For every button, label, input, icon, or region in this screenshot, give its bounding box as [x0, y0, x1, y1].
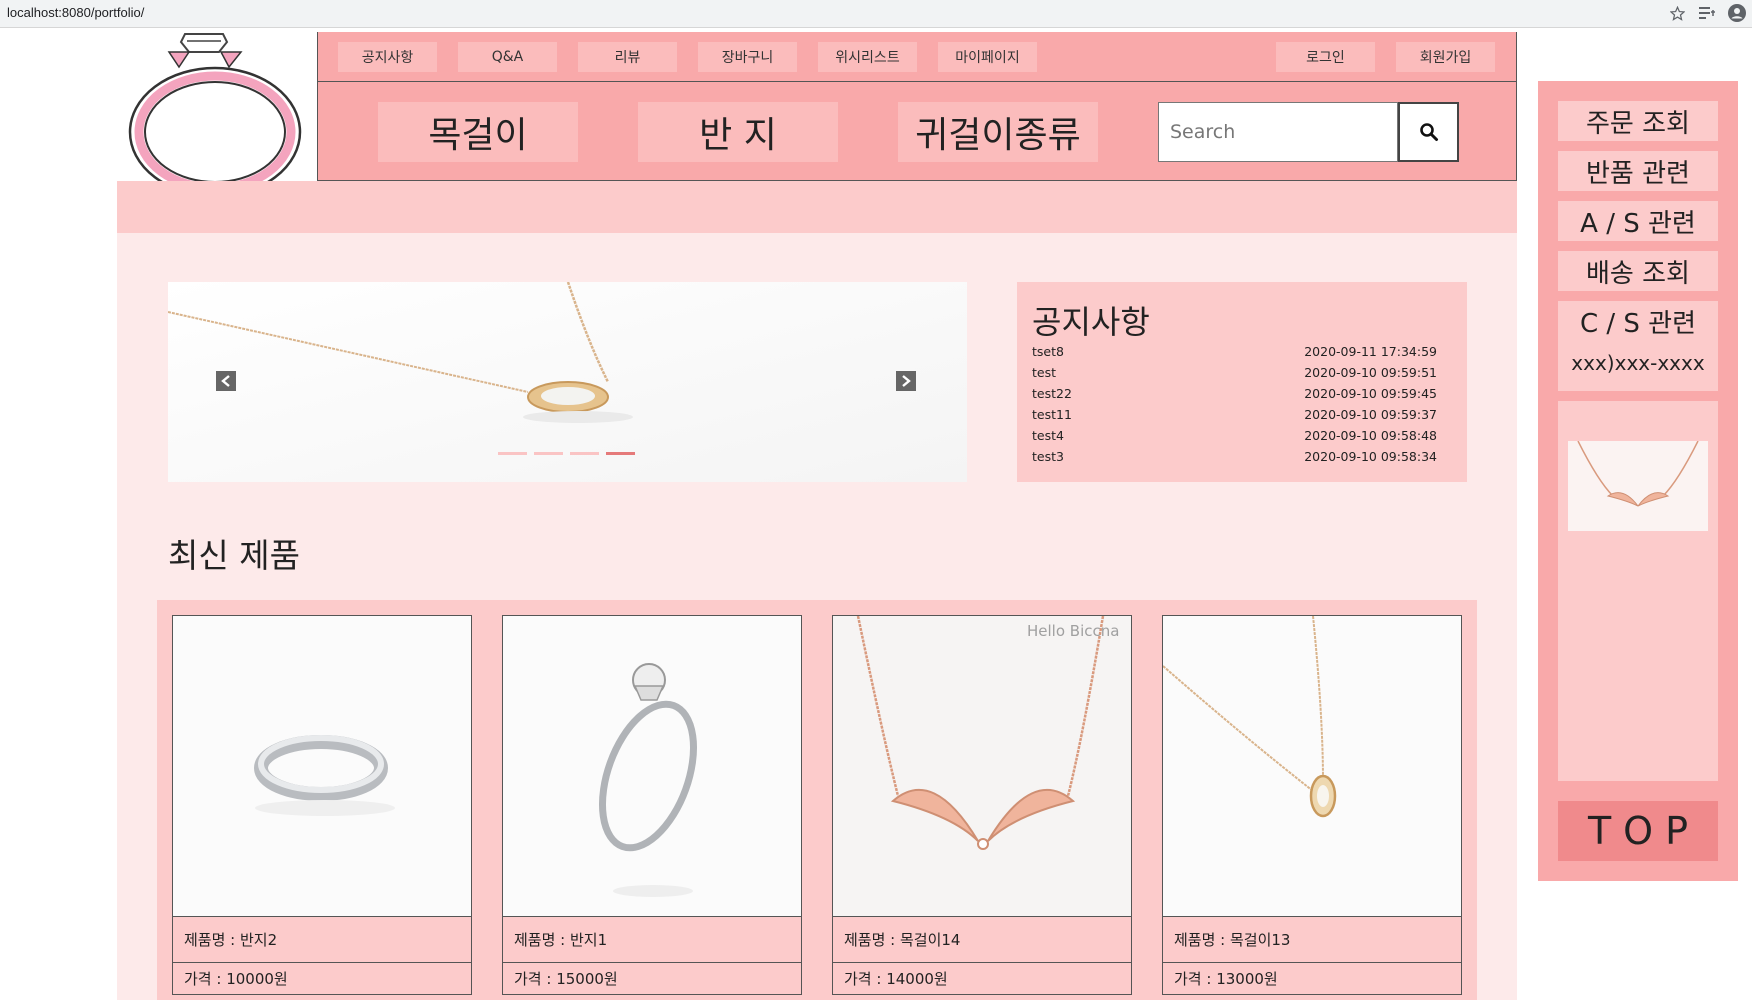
sidebar-shipping[interactable]: 배송 조회: [1558, 251, 1718, 291]
slider-dot[interactable]: [534, 452, 563, 455]
product-price: 가격 : 13000원: [1162, 962, 1462, 995]
image-slider: [168, 282, 967, 482]
notice-title-cell[interactable]: test11: [1032, 407, 1072, 428]
notice-title-cell[interactable]: test4: [1032, 428, 1064, 449]
sidebar-divider: [1558, 141, 1718, 151]
browser-toolbar: localhost:8080/portfolio/: [0, 0, 1752, 28]
notice-title-cell[interactable]: tset8: [1032, 344, 1064, 365]
notice-row[interactable]: test22 2020-09-10 09:59:45: [1032, 386, 1437, 407]
watermark-text: Hello Biccna: [1027, 622, 1120, 640]
notice-date: 2020-09-11 17:34:59: [1304, 344, 1437, 359]
nav-review[interactable]: 리뷰: [578, 42, 677, 72]
notice-title-cell[interactable]: test22: [1032, 386, 1072, 407]
bookmark-star-icon[interactable]: [1668, 4, 1686, 22]
nav-mypage[interactable]: 마이페이지: [938, 42, 1037, 72]
notice-row[interactable]: test 2020-09-10 09:59:51: [1032, 365, 1437, 386]
notice-list: tset8 2020-09-11 17:34:59 test 2020-09-10 …: [1032, 344, 1437, 470]
product-name: 제품명 : 반지2: [172, 917, 472, 962]
notice-row[interactable]: test4 2020-09-10 09:58:48: [1032, 428, 1437, 449]
nav-notice[interactable]: 공지사항: [338, 42, 437, 72]
notice-title-cell[interactable]: test: [1032, 365, 1056, 386]
slider-next-button[interactable]: [896, 371, 916, 391]
scroll-top-button[interactable]: TOP: [1558, 801, 1718, 861]
reading-list-icon[interactable]: [1698, 4, 1716, 22]
notice-date: 2020-09-10 09:59:45: [1304, 386, 1437, 401]
site-logo[interactable]: [117, 32, 317, 198]
category-ring[interactable]: 반 지: [638, 102, 838, 162]
sidebar-recent-product-thumb[interactable]: [1568, 441, 1708, 531]
notice-title[interactable]: 공지사항: [1032, 297, 1150, 343]
notice-title-cell[interactable]: test3: [1032, 449, 1064, 470]
sidebar-phone: xxx)xxx-xxxx: [1571, 351, 1705, 375]
product-card[interactable]: 제품명 : 반지1 가격 : 15000원: [502, 615, 802, 995]
product-price: 가격 : 10000원: [172, 962, 472, 995]
signup-button[interactable]: 회원가입: [1396, 42, 1495, 72]
header-band: [117, 181, 1517, 233]
category-bar: 목걸이 반 지 귀걸이종류: [317, 82, 1517, 181]
search-button[interactable]: [1398, 102, 1459, 162]
product-grid: 제품명 : 반지2 가격 : 10000원 제품명 : 반지1 가격 : 150…: [157, 600, 1477, 1000]
latest-products-heading: 최신 제품: [168, 536, 300, 575]
notice-row[interactable]: test11 2020-09-10 09:59:37: [1032, 407, 1437, 428]
notice-row[interactable]: tset8 2020-09-11 17:34:59: [1032, 344, 1437, 365]
notice-date: 2020-09-10 09:58:34: [1304, 449, 1437, 464]
notice-date: 2020-09-10 09:59:37: [1304, 407, 1437, 422]
sidebar-as[interactable]: A / S 관련: [1558, 201, 1718, 241]
product-image-necklace[interactable]: [1162, 615, 1462, 917]
notice-date: 2020-09-10 09:59:51: [1304, 365, 1437, 380]
nav-qna[interactable]: Q&A: [458, 42, 557, 72]
search-input[interactable]: [1158, 102, 1398, 162]
slider-dot[interactable]: [498, 452, 527, 455]
nav-cart[interactable]: 장바구니: [698, 42, 797, 72]
product-price: 가격 : 14000원: [832, 962, 1132, 995]
notice-row[interactable]: test3 2020-09-10 09:58:34: [1032, 449, 1437, 470]
top-navigation: 공지사항 Q&A 리뷰 장바구니 위시리스트 마이페이지 로그인 회원가입: [317, 32, 1517, 82]
product-card[interactable]: 제품명 : 목걸이14 가격 : 14000원: [832, 615, 1132, 995]
sidebar-divider: [1558, 291, 1718, 301]
notice-panel: 공지사항 tset8 2020-09-11 17:34:59 test 2020-0…: [1017, 282, 1467, 482]
nav-wishlist[interactable]: 위시리스트: [818, 42, 917, 72]
chevron-left-icon: [221, 375, 230, 387]
product-card[interactable]: 제품명 : 반지2 가격 : 10000원: [172, 615, 472, 995]
right-sidebar: 주문 조회 반품 관련 A / S 관련 배송 조회 C / S 관련 xxx)…: [1538, 81, 1738, 881]
sidebar-divider: [1558, 191, 1718, 201]
product-card[interactable]: 제품명 : 목걸이13 가격 : 13000원: [1162, 615, 1462, 995]
address-bar[interactable]: localhost:8080/portfolio/: [7, 5, 144, 20]
product-price: 가격 : 15000원: [502, 962, 802, 995]
sidebar-divider: [1558, 241, 1718, 251]
sidebar-menu: 주문 조회 반품 관련 A / S 관련 배송 조회 C / S 관련 xxx)…: [1558, 101, 1718, 781]
chevron-right-icon: [902, 375, 911, 387]
profile-avatar-icon[interactable]: [1728, 4, 1746, 22]
sidebar-order-lookup[interactable]: 주문 조회: [1558, 101, 1718, 141]
slider-dot[interactable]: [570, 452, 599, 455]
product-image-necklace[interactable]: [832, 615, 1132, 917]
category-necklace[interactable]: 목걸이: [378, 102, 578, 162]
product-name: 제품명 : 목걸이13: [1162, 917, 1462, 962]
sidebar-divider: [1558, 391, 1718, 401]
slider-prev-button[interactable]: [216, 371, 236, 391]
category-earrings[interactable]: 귀걸이종류: [898, 102, 1098, 162]
product-image-ring[interactable]: [502, 615, 802, 917]
search-icon: [1419, 123, 1438, 141]
product-name: 제품명 : 목걸이14: [832, 917, 1132, 962]
sidebar-cs[interactable]: C / S 관련: [1558, 301, 1718, 341]
login-button[interactable]: 로그인: [1276, 42, 1375, 72]
sidebar-returns[interactable]: 반품 관련: [1558, 151, 1718, 191]
product-image-ring[interactable]: [172, 615, 472, 917]
slider-dot-active[interactable]: [606, 452, 635, 455]
slider-dots: [498, 452, 635, 455]
notice-date: 2020-09-10 09:58:48: [1304, 428, 1437, 443]
product-name: 제품명 : 반지1: [502, 917, 802, 962]
